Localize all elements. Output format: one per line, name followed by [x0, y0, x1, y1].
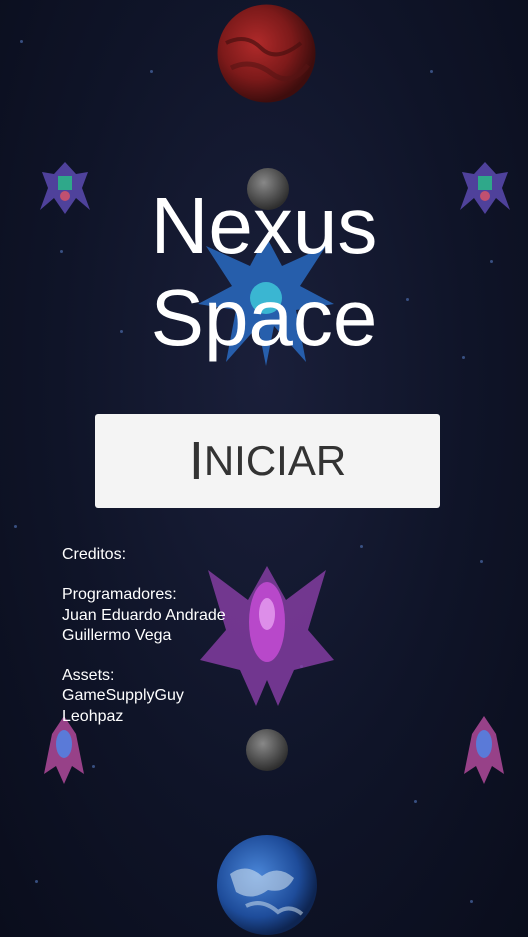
red-planet-icon: [217, 4, 316, 103]
assets-heading: Assets:: [62, 667, 115, 685]
pink-ship-icon: [464, 716, 504, 784]
game-screen: Nexus Space I NICIAR Creditos: Programado…: [0, 0, 528, 937]
game-title: Nexus Space: [0, 180, 528, 364]
credits-heading: Creditos:: [62, 546, 127, 563]
asset-author: GameSupplyGuy: [62, 687, 184, 705]
asset-author: Leohpaz: [62, 707, 124, 725]
start-button-label-rest: NICIAR: [203, 437, 347, 484]
programmer-name: Guillermo Vega: [62, 626, 172, 644]
earth-planet-icon: [217, 835, 317, 935]
programmer-name: Juan Eduardo Andrade: [62, 606, 226, 624]
star: [35, 880, 38, 883]
start-button[interactable]: I NICIAR: [95, 414, 440, 508]
star: [414, 800, 417, 803]
title-line-2: Space: [150, 273, 378, 362]
star: [92, 765, 95, 768]
star: [430, 70, 433, 73]
star: [150, 70, 153, 73]
star: [360, 545, 363, 548]
start-button-initial: I: [188, 431, 204, 491]
star: [20, 40, 23, 43]
credits-panel: Creditos: Programadores: Juan Eduardo An…: [62, 545, 226, 727]
programmers-heading: Programadores:: [62, 586, 177, 604]
star: [470, 900, 473, 903]
star: [480, 560, 483, 563]
title-line-1: Nexus: [150, 181, 378, 270]
grey-moon-icon: [246, 729, 288, 771]
star: [14, 525, 17, 528]
